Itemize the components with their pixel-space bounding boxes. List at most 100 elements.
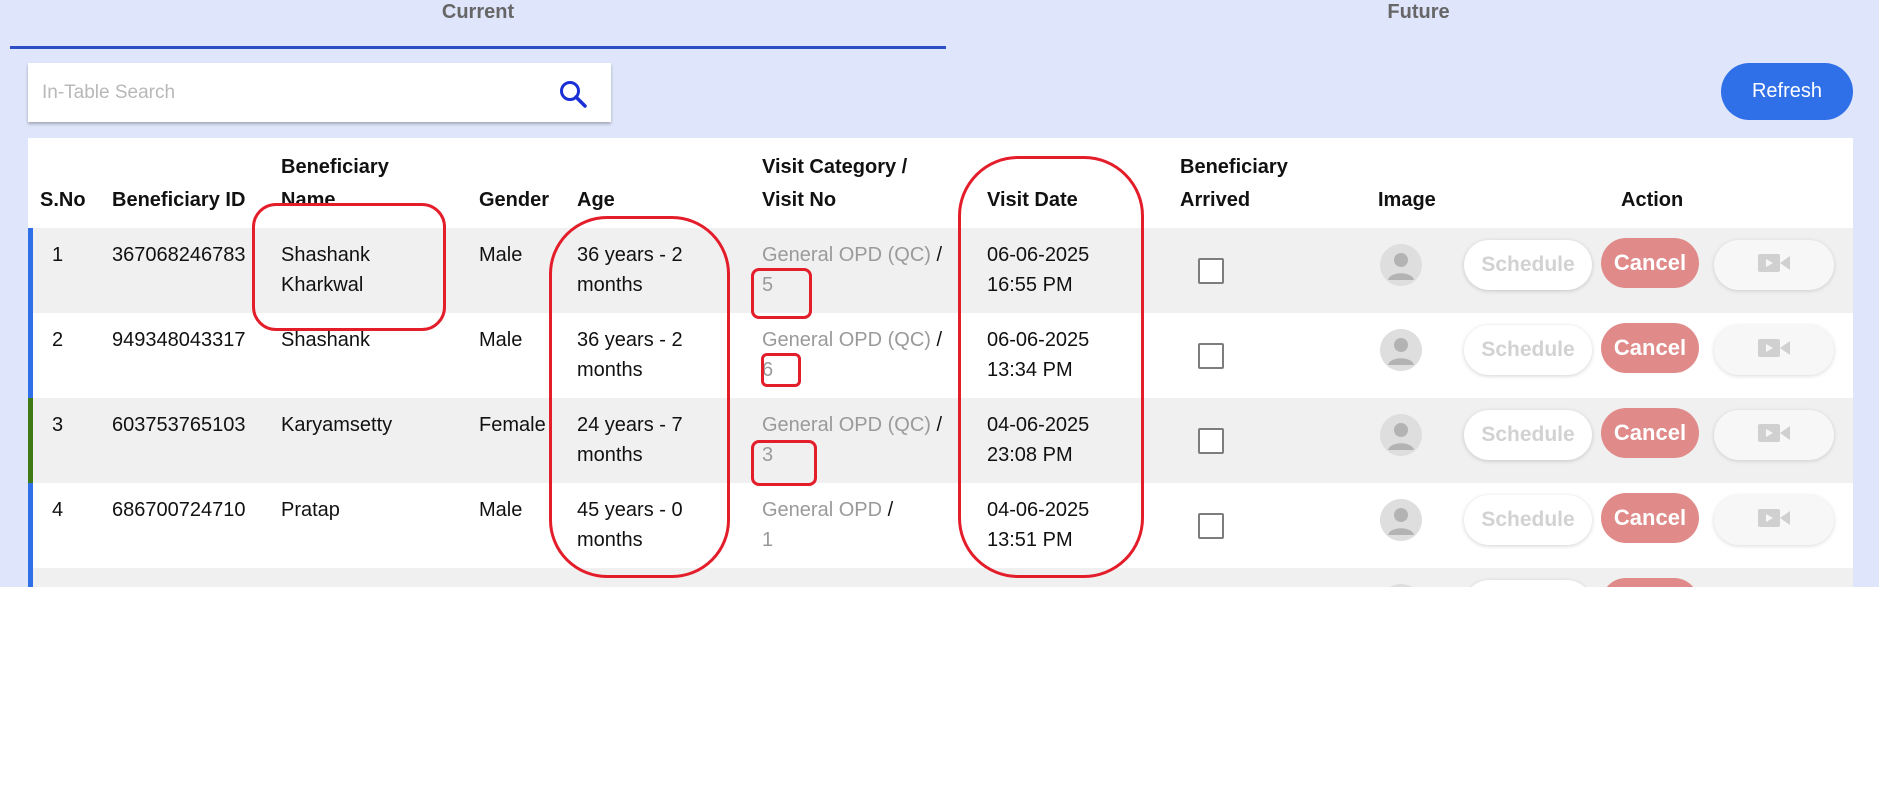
avatar-placeholder-icon [1380,244,1422,286]
video-call-icon [1757,336,1791,365]
cell-beneficiary-id: 367068246783 [112,244,246,266]
beneficiary-arrived-checkbox[interactable] [1198,258,1224,284]
visit-date: 04-06-2025 [987,414,1090,436]
video-call-button[interactable] [1714,495,1834,545]
cancel-button[interactable] [1601,578,1699,587]
table-row[interactable]: 1 367068246783 Shashank Kharkwal Male 36 year… [28,228,1853,314]
cell-visit-category: General OPD (QC) / 5 [762,240,987,300]
cell-visit-category: General OPD / 1 [762,495,987,555]
row-status-bar [28,228,33,313]
table-row-partial[interactable] [28,568,1853,587]
table-row[interactable]: 3 603753765103 Karyamsetty Female 24 years -… [28,398,1853,484]
cell-visit-date: 06-06-2025 13:34 PM [987,325,1089,385]
tab-future[interactable]: Future [946,0,1879,46]
age-line2: months [577,529,643,551]
schedule-button[interactable]: Schedule [1464,325,1592,375]
age-line2: months [577,444,643,466]
header-action: Action [1621,189,1684,211]
age-line1: 36 years - 2 [577,244,683,266]
cell-age: 36 years - 2 months [577,325,683,385]
cancel-button[interactable]: Cancel [1601,408,1699,458]
header-visit-category-line1: Visit Category / [762,156,908,178]
visit-date: 06-06-2025 [987,244,1090,266]
cell-beneficiary-name: Karyamsetty [281,410,392,440]
name-line1: Pratap [281,499,340,521]
name-line1: Karyamsetty [281,414,393,436]
cell-beneficiary-id: 686700724710 [112,499,246,521]
beneficiary-arrived-checkbox[interactable] [1198,513,1224,539]
visit-no: 6 [762,359,774,381]
visit-category-line: General OPD (QC) / [762,410,987,440]
cell-sno: 3 [52,414,64,436]
cell-visit-date: 06-06-2025 16:55 PM [987,240,1089,300]
avatar-placeholder-icon [1380,584,1422,587]
cancel-button[interactable]: Cancel [1601,493,1699,543]
visit-separator: / [882,499,894,521]
header-sno: S.No [40,189,86,211]
visit-category: General OPD (QC) [762,329,931,351]
age-line1: 24 years - 7 [577,414,683,436]
visit-category-line: General OPD / [762,495,987,525]
avatar-placeholder-icon [1380,499,1422,541]
header-arrived-line1: Beneficiary [1180,156,1288,178]
cell-age: 24 years - 7 months [577,410,683,470]
cancel-button[interactable]: Cancel [1601,238,1699,288]
search-box [28,63,611,122]
visit-category: General OPD (QC) [762,244,931,266]
cell-beneficiary-name: Shashank Kharkwal [281,240,370,300]
visit-category-line: General OPD (QC) / [762,325,987,355]
cell-beneficiary-id: 603753765103 [112,414,246,436]
cell-age: 45 years - 0 months [577,495,683,555]
beneficiary-arrived-checkbox[interactable] [1198,428,1224,454]
refresh-button[interactable]: Refresh [1721,63,1853,120]
header-image: Image [1378,189,1436,211]
video-call-button[interactable] [1714,410,1834,460]
cancel-button[interactable]: Cancel [1601,323,1699,373]
search-icon[interactable] [558,79,588,109]
video-call-icon [1757,506,1791,535]
cell-gender: Female [479,414,546,436]
age-line2: months [577,359,643,381]
age-line1: 36 years - 2 [577,329,683,351]
search-input[interactable] [40,75,544,111]
video-call-icon [1757,421,1791,450]
header-name-line2: Name [281,189,336,211]
cell-beneficiary-id: 949348043317 [112,329,246,351]
cell-visit-category: General OPD (QC) / 6 [762,325,987,385]
schedule-button[interactable]: Schedule [1464,495,1592,545]
video-call-button[interactable] [1714,325,1834,375]
visit-separator: / [930,244,943,266]
visit-category-line: General OPD (QC) / [762,240,987,270]
header-name-line1: Beneficiary [281,156,389,178]
header-visit-category-line2: Visit No [762,189,837,211]
table-row[interactable]: 2 949348043317 Shashank Male 36 years - 2 mon… [28,313,1853,399]
cell-age: 36 years - 2 months [577,240,683,300]
cell-visit-date: 04-06-2025 23:08 PM [987,410,1089,470]
header-gender: Gender [479,189,550,211]
cell-visit-date: 04-06-2025 13:51 PM [987,495,1089,555]
row-status-bar [28,568,33,587]
tab-current[interactable]: Current [10,0,946,49]
age-line1: 45 years - 0 [577,499,683,521]
avatar-placeholder-icon [1380,414,1422,456]
video-call-button[interactable] [1714,240,1834,290]
header-visit-date: Visit Date [987,189,1078,211]
video-call-icon [1757,251,1791,280]
visit-no: 1 [762,529,774,551]
schedule-button[interactable]: Schedule [1464,240,1592,290]
cell-gender: Male [479,499,523,521]
header-beneficiary-id: Beneficiary ID [112,189,246,211]
schedule-button[interactable]: Schedule [1464,410,1592,460]
name-line1: Shashank [281,329,370,351]
beneficiary-arrived-checkbox[interactable] [1198,343,1224,369]
schedule-button[interactable] [1464,580,1592,587]
row-status-bar [28,398,33,483]
visit-date: 06-06-2025 [987,329,1090,351]
visit-time: 23:08 PM [987,444,1073,466]
row-status-bar [28,313,33,398]
cell-sno: 1 [52,244,64,266]
table-row[interactable]: 4 686700724710 Pratap Male 45 years - 0 month… [28,483,1853,569]
visit-time: 16:55 PM [987,274,1073,296]
age-line2: months [577,274,643,296]
visit-no: 5 [762,274,774,296]
